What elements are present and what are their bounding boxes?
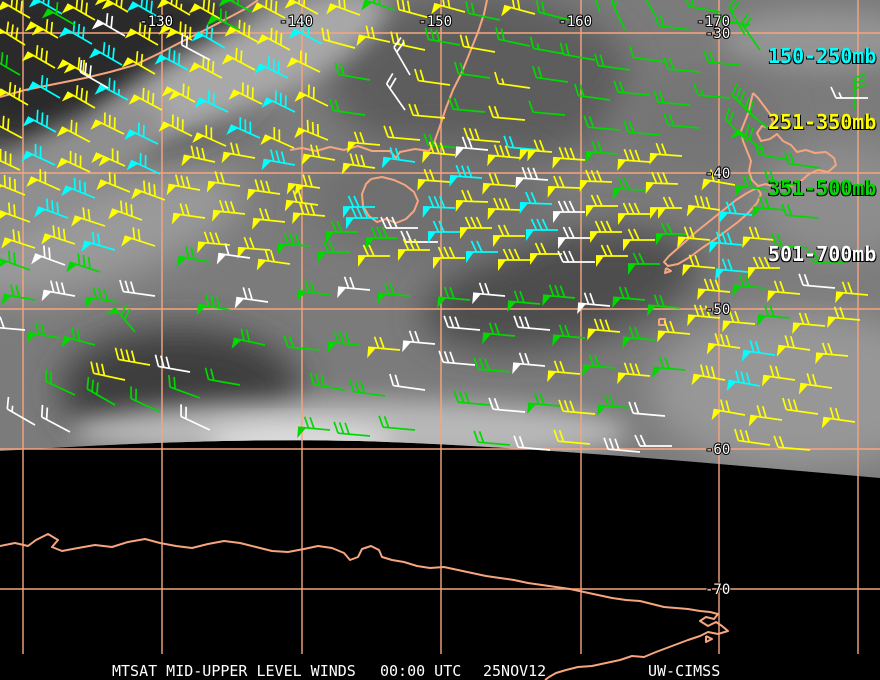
legend-label: 251-350mb — [768, 110, 877, 134]
latitude-label: -60 — [705, 442, 730, 458]
legend-label: 150-250mb — [768, 44, 877, 68]
legend-label: 501-700mb — [768, 242, 877, 266]
caption-date: 25NOV12 — [483, 662, 547, 680]
pressure-level-legend: 150-250mb 251-350mb 351-500mb 501-700mb — [768, 1, 876, 309]
caption-time: 00:00 UTC — [380, 662, 462, 680]
legend-item-351-500mb: 351-500mb — [768, 177, 876, 199]
longitude-label: -150 — [418, 14, 452, 30]
longitude-label: -140 — [279, 14, 313, 30]
satellite-wind-map: -130 -140 -150 -160 -170 -30 -40 -50 -60 -70 150-… — [0, 0, 880, 680]
map-canvas: -130 -140 -150 -160 -170-30-40-50-60-70 — [0, 0, 880, 680]
longitude-label: -160 — [558, 14, 592, 30]
caption-source: UW-CIMSS — [648, 662, 721, 680]
latitude-label: -70 — [705, 582, 730, 598]
legend-item-150-250mb: 150-250mb — [768, 45, 876, 67]
legend-item-501-700mb: 501-700mb — [768, 243, 876, 265]
longitude-label: -130 — [139, 14, 173, 30]
latitude-label: -50 — [705, 302, 730, 318]
legend-label: 351-500mb — [768, 176, 877, 200]
latitude-label: -30 — [705, 26, 730, 42]
legend-item-251-350mb: 251-350mb — [768, 111, 876, 133]
latitude-label: -40 — [705, 166, 730, 182]
caption-product-name: MTSAT MID-UPPER LEVEL WINDS — [112, 662, 356, 680]
cloud-texture-blob — [620, 70, 780, 170]
